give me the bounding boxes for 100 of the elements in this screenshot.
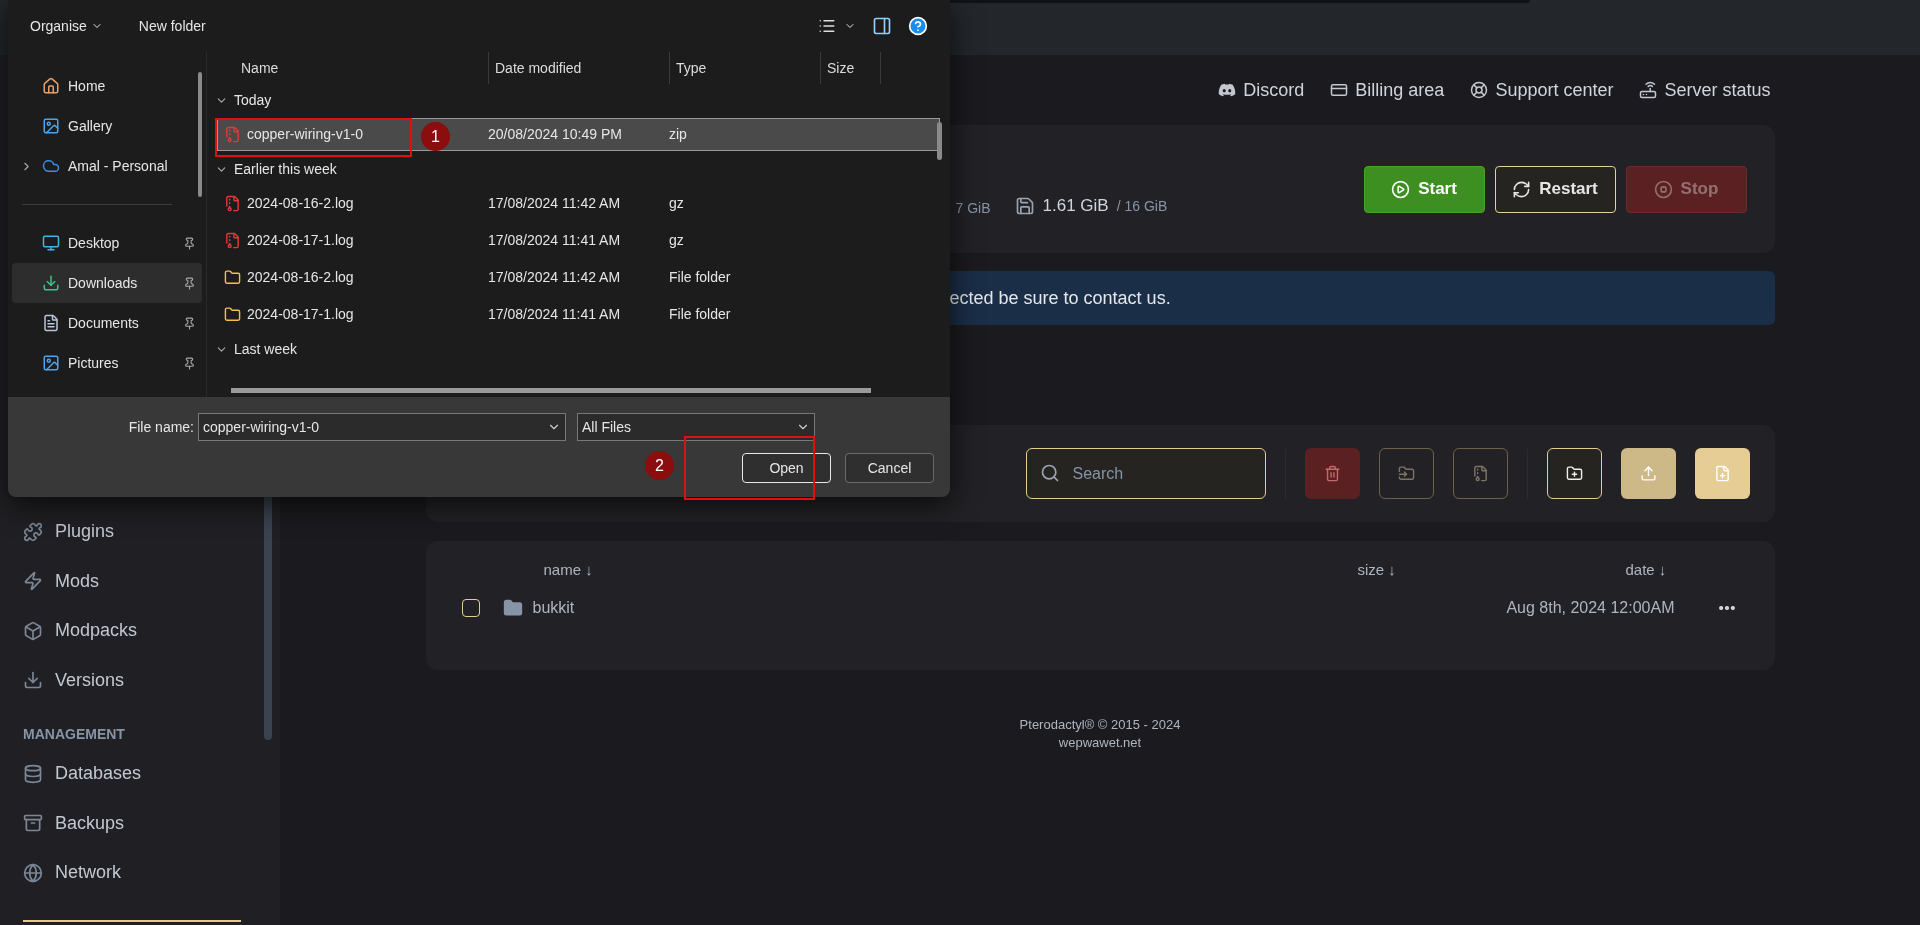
header-link[interactable]: Support center (1470, 76, 1614, 104)
image-icon (42, 117, 60, 135)
archive-button[interactable] (1452, 448, 1508, 499)
navigation-label: Downloads (68, 273, 138, 293)
copyright-text: Pterodactyl® © 2015 - 2024 (1019, 716, 1181, 734)
view-menu[interactable] (818, 17, 856, 35)
navigation-item[interactable]: Documents (12, 303, 202, 343)
header-link[interactable]: Discord (1218, 76, 1305, 104)
file-date: 17/08/2024 11:42 AM (487, 194, 622, 213)
navigation-item[interactable]: Pictures (12, 343, 202, 383)
group-header[interactable]: Last week (207, 333, 950, 365)
list-view-icon (818, 17, 836, 35)
column-header[interactable]: Type (670, 52, 821, 84)
navigation-item[interactable]: Amal - Personal (12, 146, 202, 186)
group-header[interactable]: Earlier this week (207, 153, 950, 185)
stat-value: 1.61 GiB (1042, 195, 1109, 218)
navigation-item[interactable]: Downloads (12, 263, 202, 303)
column-header[interactable]: Name (207, 52, 489, 84)
navigation-item[interactable]: Gallery (12, 106, 202, 146)
cube-icon (23, 620, 43, 641)
column-header[interactable]: date ↓ (1625, 558, 1667, 582)
new-file-button[interactable] (1694, 448, 1750, 499)
lifebuoy-icon (1470, 81, 1489, 99)
archive-icon (224, 195, 241, 212)
file-name: copper-wiring-v1-0 (247, 125, 363, 144)
sidebar-item[interactable]: Databases (23, 749, 280, 799)
navigation-label: Home (68, 76, 106, 96)
search-field[interactable]: Search (1025, 448, 1266, 499)
folder-icon (502, 598, 523, 618)
scrollbar[interactable] (937, 122, 942, 160)
file-date: 20/08/2024 10:49 PM (487, 125, 623, 144)
sidebar-item[interactable]: Network (23, 848, 280, 898)
scrollbar[interactable] (198, 72, 202, 197)
move-button[interactable] (1378, 448, 1434, 499)
file-date: 17/08/2024 11:42 AM (487, 268, 622, 287)
file-name-label: File name: (127, 417, 195, 437)
archive-icon (224, 126, 241, 143)
restart-button[interactable]: Restart (1494, 165, 1616, 213)
monitor-icon (42, 234, 60, 252)
sidebar-item[interactable]: Mods (23, 556, 280, 606)
navigation-item[interactable]: Home (12, 66, 202, 106)
credit-card-icon (1330, 81, 1349, 99)
open-button[interactable]: Open (742, 453, 831, 483)
upload-button[interactable] (1620, 448, 1676, 499)
home-icon (42, 77, 60, 95)
sidebar-item[interactable]: Plugins (23, 507, 280, 557)
trash-icon (1323, 465, 1341, 482)
sidebar-item[interactable]: Versions (23, 655, 280, 705)
file-type: File folder (668, 305, 732, 324)
archive-icon (224, 232, 241, 249)
navigation-label: Amal - Personal (68, 156, 168, 176)
upload-icon (1639, 465, 1657, 482)
group-header[interactable]: Today (207, 84, 950, 116)
file-name: 2024-08-16-2.log (247, 194, 354, 213)
column-header[interactable]: Size (821, 52, 881, 84)
checkbox[interactable] (461, 599, 480, 617)
column-header[interactable]: name ↓ (543, 558, 1358, 582)
play-icon (1391, 179, 1411, 199)
help-icon[interactable] (908, 16, 928, 36)
folder-arrow-icon (1397, 465, 1415, 482)
file-name: 2024-08-17-1.log (247, 231, 354, 250)
new-folder-button[interactable] (1546, 448, 1602, 499)
navigation-label: Gallery (68, 116, 113, 136)
folder-icon (224, 269, 241, 286)
start-button[interactable]: Start (1363, 165, 1485, 213)
archive-icon (1471, 465, 1489, 482)
file-row[interactable]: 2024-08-16-2.log 17/08/2024 11:42 AM gz (217, 187, 940, 220)
column-header[interactable]: Date modified (489, 52, 670, 84)
search-icon (1039, 463, 1060, 483)
image-icon (42, 354, 60, 372)
sidebar-item[interactable]: Backups (23, 798, 280, 848)
router-icon (1639, 81, 1658, 99)
pin-icon (183, 316, 196, 330)
navigation-label: Pictures (68, 353, 119, 373)
cancel-button[interactable]: Cancel (845, 453, 934, 483)
sidebar-item[interactable]: Modpacks (23, 606, 280, 656)
file-name-field[interactable]: copper-wiring-v1-0 (198, 413, 566, 441)
new-folder-button[interactable]: New folder (138, 15, 206, 37)
preview-pane-icon[interactable] (872, 16, 892, 36)
file-row[interactable]: 2024-08-17-1.log 17/08/2024 11:41 AM gz (217, 224, 940, 257)
file-name: bukkit (532, 598, 575, 618)
column-header[interactable]: size ↓ (1357, 558, 1626, 582)
file-type-dropdown[interactable]: All Files (577, 413, 815, 441)
file-type: zip (668, 125, 688, 144)
delete-button[interactable] (1304, 448, 1360, 499)
section-heading: MANAGEMENT (23, 725, 126, 744)
file-plus-icon (1713, 465, 1731, 482)
folder-plus-icon (1565, 465, 1583, 482)
file-type: File folder (668, 268, 732, 287)
stat-limit: 7 GiB (955, 198, 991, 218)
navigation-item[interactable]: Desktop (12, 223, 202, 263)
file-name: 2024-08-17-1.log (247, 305, 354, 324)
file-date: 17/08/2024 11:41 AM (487, 305, 622, 324)
organise-menu[interactable]: Organise (30, 15, 103, 37)
footer-link[interactable]: wepwawet.net (1058, 734, 1142, 752)
globe-icon (23, 862, 43, 883)
scrollbar[interactable] (231, 387, 871, 393)
header-link[interactable]: Server status (1639, 76, 1771, 104)
file-row[interactable]: bukkit Aug 8th, 2024 12:00AM (447, 582, 1753, 634)
header-link[interactable]: Billing area (1330, 76, 1445, 104)
